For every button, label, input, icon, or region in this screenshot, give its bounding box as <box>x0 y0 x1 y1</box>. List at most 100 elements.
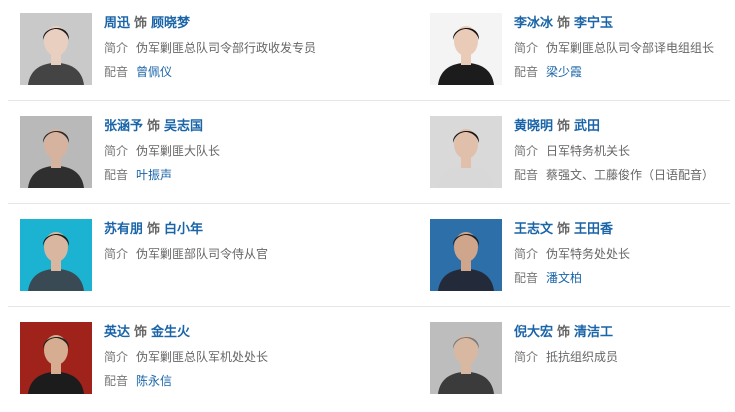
intro-text: 伪军剿匪总队军机处处长 <box>136 350 269 364</box>
dub-label: 配音 <box>104 374 129 388</box>
as-label: 饰 <box>557 325 571 340</box>
dub-label: 配音 <box>514 271 539 285</box>
cast-card: 李冰冰饰李宁玉 简介 伪军剿匪总队司令部译电组组长 配音 梁少霞 <box>430 13 735 103</box>
voice-actor-link[interactable]: 叶振声 <box>136 168 172 182</box>
portrait-image <box>20 322 92 394</box>
cast-card: 张涵予饰吴志国 简介 伪军剿匪大队长 配音 叶振声 <box>20 116 380 206</box>
cast-card: 英达饰金生火 简介 伪军剿匪总队军机处处长 配音 陈永信 <box>20 322 380 412</box>
intro-text: 抵抗组织成员 <box>546 350 619 364</box>
intro-line: 简介 伪军剿匪总队司令部译电组组长 <box>514 39 735 57</box>
intro-label: 简介 <box>514 144 539 158</box>
intro-line: 简介 日军特务机关长 <box>514 142 735 160</box>
dub-label: 配音 <box>104 168 129 182</box>
intro-text: 伪军剿匪部队司令侍从官 <box>136 247 269 261</box>
actor-photo[interactable] <box>20 322 92 394</box>
intro-line: 简介 伪军特务处处长 <box>514 245 735 263</box>
intro-line: 简介 抵抗组织成员 <box>514 348 735 366</box>
role-name-link[interactable]: 王田香 <box>574 222 613 237</box>
intro-line: 简介 伪军剿匪大队长 <box>104 142 384 160</box>
actor-name-link[interactable]: 苏有朋 <box>104 222 143 237</box>
as-label: 饰 <box>134 16 148 31</box>
voice-actor-link[interactable]: 潘文柏 <box>546 271 582 285</box>
cast-card: 倪大宏饰清洁工 简介 抵抗组织成员 <box>430 322 735 412</box>
cast-title: 王志文饰王田香 <box>514 221 735 239</box>
dub-line: 配音 叶振声 <box>104 166 384 184</box>
intro-label: 简介 <box>104 41 129 55</box>
role-name-link[interactable]: 白小年 <box>164 222 203 237</box>
as-label: 饰 <box>557 222 571 237</box>
portrait-image <box>20 219 92 291</box>
intro-text: 日军特务机关长 <box>546 144 631 158</box>
cast-card: 王志文饰王田香 简介 伪军特务处处长 配音 潘文柏 <box>430 219 735 309</box>
role-name-link[interactable]: 金生火 <box>151 325 190 340</box>
voice-actor-text: 蔡强文、工藤俊作（日语配音） <box>546 168 715 182</box>
actor-name-link[interactable]: 倪大宏 <box>514 325 553 340</box>
role-name-link[interactable]: 吴志国 <box>164 119 203 134</box>
portrait-image <box>430 322 502 394</box>
portrait-image <box>430 219 502 291</box>
voice-actor-link[interactable]: 梁少霞 <box>546 65 582 79</box>
cast-title: 张涵予饰吴志国 <box>104 118 384 136</box>
cast-card: 苏有朋饰白小年 简介 伪军剿匪部队司令侍从官 <box>20 219 380 309</box>
intro-text: 伪军特务处处长 <box>546 247 631 261</box>
portrait-image <box>20 116 92 188</box>
role-name-link[interactable]: 武田 <box>574 119 600 134</box>
row-divider <box>8 203 730 204</box>
intro-text: 伪军剿匪大队长 <box>136 144 221 158</box>
as-label: 饰 <box>557 119 571 134</box>
actor-photo[interactable] <box>20 13 92 85</box>
actor-photo[interactable] <box>430 116 502 188</box>
intro-label: 简介 <box>514 350 539 364</box>
cast-card: 黄晓明饰武田 简介 日军特务机关长 配音 蔡强文、工藤俊作（日语配音） <box>430 116 735 206</box>
intro-label: 简介 <box>514 41 539 55</box>
actor-photo[interactable] <box>430 219 502 291</box>
cast-title: 英达饰金生火 <box>104 324 384 342</box>
actor-name-link[interactable]: 李冰冰 <box>514 16 553 31</box>
portrait-image <box>430 116 502 188</box>
voice-actor-link[interactable]: 陈永信 <box>136 374 172 388</box>
intro-label: 简介 <box>104 350 129 364</box>
intro-label: 简介 <box>104 144 129 158</box>
role-name-link[interactable]: 清洁工 <box>574 325 613 340</box>
dub-line: 配音 梁少霞 <box>514 63 735 81</box>
actor-name-link[interactable]: 张涵予 <box>104 119 143 134</box>
cast-title: 李冰冰饰李宁玉 <box>514 15 735 33</box>
dub-line: 配音 陈永信 <box>104 372 384 390</box>
intro-text: 伪军剿匪总队司令部行政收发专员 <box>136 41 317 55</box>
dub-line: 配音 潘文柏 <box>514 269 735 287</box>
portrait-image <box>20 13 92 85</box>
dub-label: 配音 <box>104 65 129 79</box>
actor-name-link[interactable]: 周迅 <box>104 16 130 31</box>
dub-line: 配音 蔡强文、工藤俊作（日语配音） <box>514 166 735 184</box>
cast-card: 周迅饰顾晓梦 简介 伪军剿匪总队司令部行政收发专员 配音 曾佩仪 <box>20 13 380 103</box>
as-label: 饰 <box>557 16 571 31</box>
intro-line: 简介 伪军剿匪总队军机处处长 <box>104 348 384 366</box>
portrait-image <box>430 13 502 85</box>
intro-text: 伪军剿匪总队司令部译电组组长 <box>546 41 715 55</box>
role-name-link[interactable]: 顾晓梦 <box>151 16 190 31</box>
intro-label: 简介 <box>514 247 539 261</box>
actor-photo[interactable] <box>20 116 92 188</box>
actor-name-link[interactable]: 黄晓明 <box>514 119 553 134</box>
cast-title: 黄晓明饰武田 <box>514 118 735 136</box>
intro-line: 简介 伪军剿匪部队司令侍从官 <box>104 245 384 263</box>
intro-label: 简介 <box>104 247 129 261</box>
dub-label: 配音 <box>514 65 539 79</box>
as-label: 饰 <box>147 222 161 237</box>
actor-photo[interactable] <box>430 322 502 394</box>
row-divider <box>8 306 730 307</box>
cast-title: 周迅饰顾晓梦 <box>104 15 384 33</box>
dub-label: 配音 <box>514 168 539 182</box>
actor-name-link[interactable]: 英达 <box>104 325 130 340</box>
actor-photo[interactable] <box>20 219 92 291</box>
row-divider <box>8 100 730 101</box>
as-label: 饰 <box>134 325 148 340</box>
role-name-link[interactable]: 李宁玉 <box>574 16 613 31</box>
cast-list: 周迅饰顾晓梦 简介 伪军剿匪总队司令部行政收发专员 配音 曾佩仪 李冰冰饰李宁玉 简… <box>0 0 735 408</box>
intro-line: 简介 伪军剿匪总队司令部行政收发专员 <box>104 39 384 57</box>
as-label: 饰 <box>147 119 161 134</box>
actor-name-link[interactable]: 王志文 <box>514 222 553 237</box>
voice-actor-link[interactable]: 曾佩仪 <box>136 65 172 79</box>
dub-line: 配音 曾佩仪 <box>104 63 384 81</box>
actor-photo[interactable] <box>430 13 502 85</box>
